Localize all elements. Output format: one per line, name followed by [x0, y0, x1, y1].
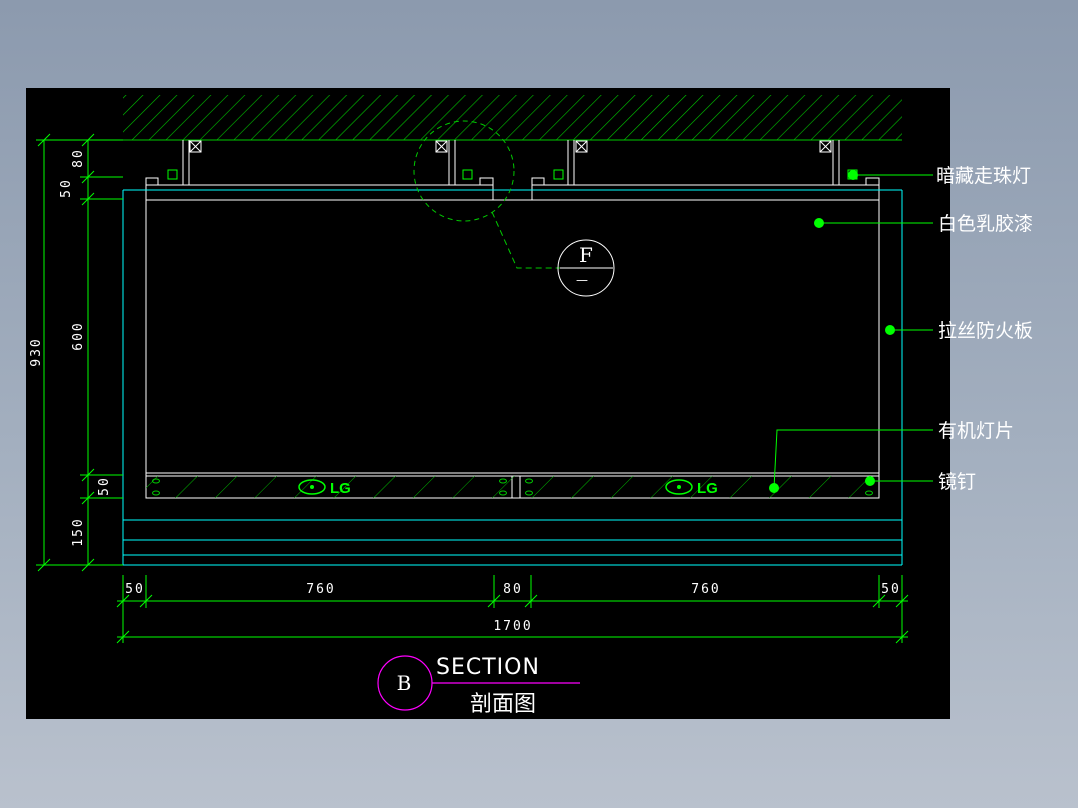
logo-text: LG: [330, 480, 351, 497]
cad-viewport: LG LG F — 暗藏走珠灯 白色乳胶漆 拉丝防火板 有机灯片 镜钉 930 …: [26, 88, 1033, 719]
dim-left-50: 50: [125, 582, 145, 597]
detail-marker-sub: —: [576, 273, 588, 287]
dim-80: 80: [71, 148, 86, 168]
acrylic-light-band: [146, 476, 879, 498]
dim-total-height: 930: [29, 337, 44, 366]
dim-mid-80: 80: [503, 582, 523, 597]
section-letter: B: [397, 671, 412, 695]
dim-total-width: 1700: [493, 619, 532, 634]
callout-hidden-bead-light: 暗藏走珠灯: [936, 165, 1031, 187]
section-label-en: SECTION: [436, 655, 540, 680]
callout-mirror-nail: 镜钉: [938, 471, 976, 493]
callout-acrylic-light-sheet: 有机灯片: [938, 420, 1014, 442]
callout-white-latex-paint: 白色乳胶漆: [938, 213, 1033, 235]
dim-50-low: 50: [97, 476, 112, 496]
detail-marker-letter: F: [579, 243, 593, 267]
dim-right-760: 760: [691, 582, 720, 597]
dim-600: 600: [71, 321, 86, 350]
dim-50-top: 50: [59, 178, 74, 198]
dim-150: 150: [71, 517, 86, 546]
section-label-cn: 剖面图: [470, 692, 536, 717]
callout-brushed-fireproof-board: 拉丝防火板: [938, 320, 1033, 342]
logo-text: LG: [697, 480, 718, 497]
dim-left-760: 760: [306, 582, 335, 597]
dim-right-50: 50: [881, 582, 901, 597]
ceiling-slab: [123, 95, 902, 141]
drawing-canvas: [26, 88, 950, 719]
